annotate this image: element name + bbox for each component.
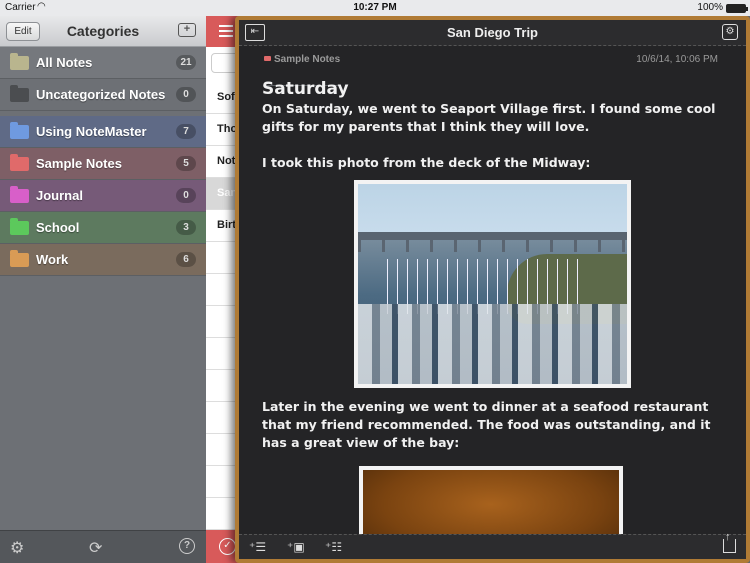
folder-icon — [10, 186, 29, 203]
add-image-icon[interactable]: ⁺▣ — [287, 540, 305, 554]
note-date: 10/6/14, 10:06 PM — [636, 54, 718, 65]
photo-image — [358, 184, 627, 384]
category-count: 21 — [176, 55, 196, 70]
category-item[interactable]: Uncategorized Notes 0 — [0, 79, 206, 111]
status-bar: Carrier ◠ 10:27 PM 100% — [0, 0, 750, 16]
category-label: All Notes — [36, 55, 93, 70]
category-label: School — [36, 220, 80, 235]
folder-icon — [10, 250, 29, 267]
category-item[interactable]: Work 6 — [0, 244, 206, 276]
chalkboard: ⇤ San Diego Trip ⚙ Sample Notes 10/6/14,… — [239, 20, 746, 559]
folder-icon — [10, 218, 29, 235]
sidebar-title: Categories — [66, 23, 140, 39]
checkmark-icon[interactable]: ✓ — [219, 538, 236, 555]
note-paragraph: On Saturday, we went to Seaport Village … — [262, 101, 716, 134]
category-list: All Notes 21 Uncategorized Notes 0 Using Not… — [0, 47, 206, 276]
category-label: Sample Notes — [36, 156, 122, 171]
category-count: 7 — [176, 124, 196, 139]
editor-header: ⇤ San Diego Trip ⚙ — [239, 20, 746, 46]
sidebar-header: Edit Categories + — [0, 16, 206, 47]
category-label: Uncategorized Notes — [36, 87, 166, 102]
category-label: Using NoteMaster — [36, 124, 147, 139]
category-count: 6 — [176, 252, 196, 267]
battery-percent: 100% — [697, 2, 723, 13]
category-item[interactable]: Sample Notes 5 — [0, 148, 206, 180]
note-category-label: Sample Notes — [274, 54, 341, 65]
note-title: San Diego Trip — [446, 25, 538, 40]
sidebar-footer: ⚙ ⟳ ? — [0, 530, 206, 563]
category-label: Journal — [36, 188, 83, 203]
category-count: 5 — [176, 156, 196, 171]
help-icon[interactable]: ? — [179, 538, 195, 554]
category-item[interactable]: School 3 — [0, 212, 206, 244]
add-checklist-icon[interactable]: ⁺☷ — [325, 540, 342, 554]
note-paragraph: Later in the evening we went to dinner a… — [262, 399, 711, 450]
clock: 10:27 PM — [353, 2, 397, 13]
category-tag-icon — [264, 56, 271, 61]
folder-icon — [10, 85, 29, 102]
note-heading: Saturday — [262, 79, 349, 99]
category-item[interactable]: Journal 0 — [0, 180, 206, 212]
note-paragraph: I took this photo from the deck of the M… — [262, 155, 591, 170]
category-label: Work — [36, 252, 69, 267]
add-category-icon[interactable]: + — [178, 23, 196, 37]
note-body[interactable]: Saturday On Saturday, we went to Seaport… — [262, 78, 732, 556]
settings-icon[interactable]: ⚙ — [722, 24, 738, 40]
share-icon[interactable] — [723, 531, 736, 553]
sync-icon[interactable]: ⟳ — [89, 538, 102, 558]
category-item[interactable]: All Notes 21 — [0, 47, 206, 79]
category-count: 0 — [176, 87, 196, 102]
category-count: 3 — [176, 220, 196, 235]
battery-icon — [726, 4, 748, 13]
gear-icon[interactable]: ⚙ — [10, 538, 24, 558]
folder-icon — [10, 53, 29, 70]
list-icon[interactable] — [219, 25, 233, 37]
editor-toolbar: ⁺☰ ⁺▣ ⁺☷ — [239, 531, 746, 559]
note-editor: ⇤ San Diego Trip ⚙ Sample Notes 10/6/14,… — [235, 16, 750, 563]
folder-icon — [10, 122, 29, 139]
folder-icon — [10, 154, 29, 171]
categories-sidebar: Edit Categories + All Notes 21 Uncategoriz… — [0, 16, 206, 563]
category-item[interactable]: Using NoteMaster 7 — [0, 116, 206, 148]
add-list-icon[interactable]: ⁺☰ — [249, 540, 266, 554]
category-count: 0 — [176, 188, 196, 203]
midway-photo[interactable] — [354, 180, 631, 388]
